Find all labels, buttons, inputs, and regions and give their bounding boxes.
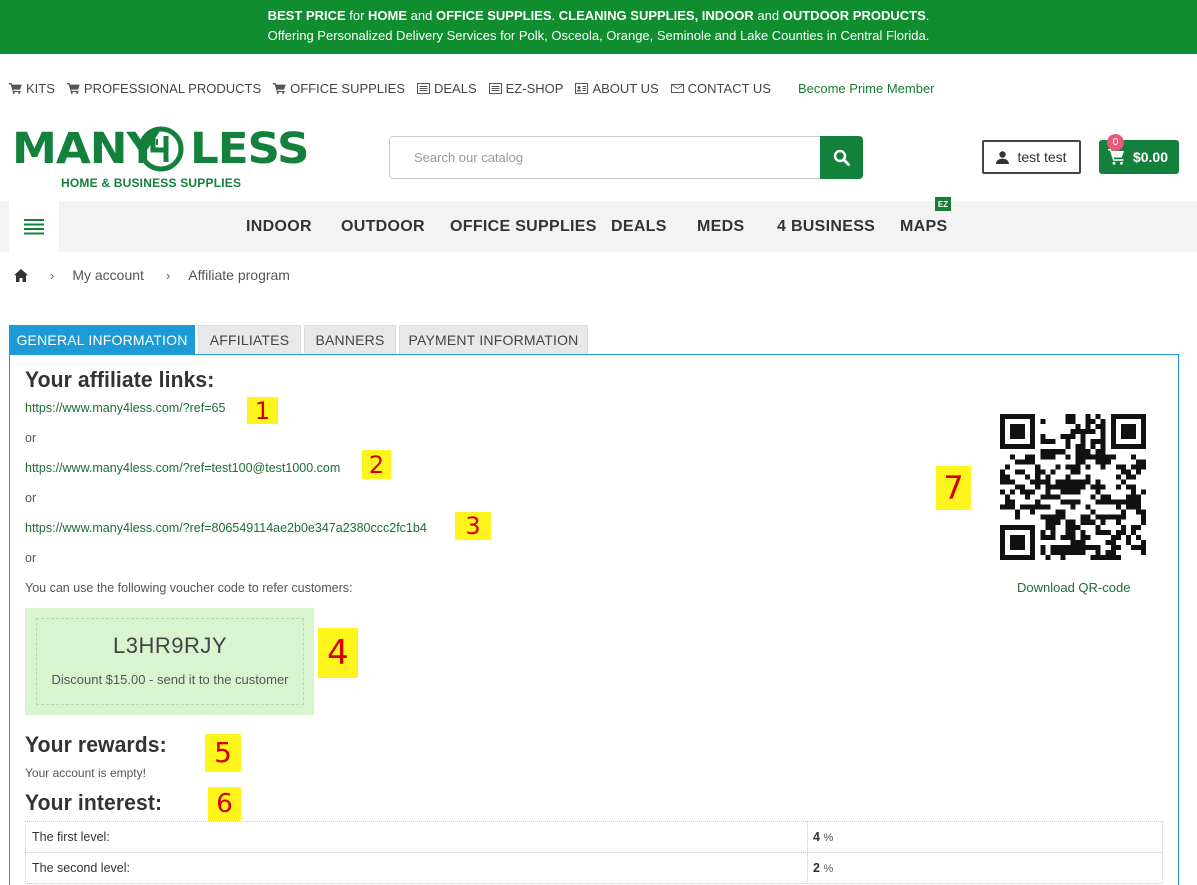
ez-badge: EZ (935, 197, 951, 211)
annotation-marker-6: 6 (208, 787, 241, 821)
user-name: test test (1017, 149, 1067, 165)
cart-total: $0.00 (1132, 149, 1168, 165)
user-account-button[interactable]: test test (982, 140, 1081, 174)
list-icon (488, 82, 502, 94)
table-row: The first level: 4 % (25, 821, 1163, 853)
interest-heading: Your interest: (25, 790, 163, 815)
user-icon (996, 150, 1010, 164)
download-qr-code-link[interactable]: Download QR-code (1017, 580, 1130, 595)
interest-level-label: The first level: (25, 821, 808, 853)
annotation-marker-4: 4 (318, 628, 358, 678)
main-nav: INDOOR OUTDOOR OFFICE SUPPLIES DEALS MED… (0, 201, 1197, 252)
interest-level-label: The second level: (25, 852, 808, 884)
nav-indoor[interactable]: INDOOR (246, 218, 312, 236)
table-row: The second level: 2 % (25, 852, 1163, 884)
interest-table: The first level: 4 % The second level: 2… (25, 821, 1163, 884)
nav-meds[interactable]: MEDS (697, 218, 744, 236)
hamburger-menu-icon (24, 218, 44, 234)
voucher-inner: L3HR9RJY Discount $15.00 - send it to th… (36, 618, 304, 705)
sec-nav-kits[interactable]: KITS (9, 81, 55, 96)
annotation-marker-7: 7 (936, 466, 971, 510)
chevron-right-icon: › (165, 267, 171, 283)
affiliate-links-heading: Your affiliate links: (25, 367, 215, 392)
site-logo[interactable]: MANY LESS HOME & BUSINESS SUPPLIES (12, 124, 309, 192)
logo-fork-four-icon (138, 126, 184, 172)
or-separator: or (25, 491, 37, 505)
secondary-nav: KITS PROFESSIONAL PRODUCTS OFFICE SUPPLI… (9, 79, 947, 97)
rewards-heading: Your rewards: (25, 732, 167, 757)
affiliate-link-id[interactable]: https://www.many4less.com/?ref=65 (25, 401, 225, 415)
or-separator: or (25, 551, 37, 565)
search-button[interactable] (820, 136, 863, 179)
sec-nav-about-us[interactable]: ABOUT US (575, 81, 659, 96)
logo-word-many: MANY (12, 124, 159, 174)
sec-nav-contact-us[interactable]: CONTACT US (670, 81, 771, 96)
sec-nav-ez-shop[interactable]: EZ-SHOP (488, 81, 563, 96)
interest-level-value: 4 % (807, 821, 1163, 853)
voucher-intro-text: You can use the following voucher code t… (25, 581, 353, 595)
nav-maps[interactable]: MAPS (900, 218, 947, 236)
logo-word-less: LESS (190, 124, 309, 174)
voucher-box: L3HR9RJY Discount $15.00 - send it to th… (25, 608, 314, 715)
or-separator: or (25, 431, 37, 445)
breadcrumb: › My account › Affiliate program (14, 266, 290, 284)
breadcrumb-my-account[interactable]: My account (72, 267, 144, 283)
affiliate-link-email[interactable]: https://www.many4less.com/?ref=test100@t… (25, 461, 340, 475)
shopping-cart-icon (1108, 149, 1124, 165)
cart-icon (66, 82, 80, 94)
qr-code-image (1000, 414, 1146, 560)
annotation-marker-2: 2 (362, 450, 391, 479)
tab-payment-information[interactable]: PAYMENT INFORMATION (399, 325, 588, 354)
cart-icon (273, 82, 286, 94)
sec-nav-deals[interactable]: DEALS (417, 81, 477, 96)
cart-icon (9, 82, 22, 94)
nav-office-supplies[interactable]: OFFICE SUPPLIES (450, 218, 597, 236)
annotation-marker-5: 5 (205, 734, 241, 772)
search-input[interactable] (390, 137, 821, 178)
nav-outdoor[interactable]: OUTDOOR (341, 218, 425, 236)
voucher-description: Discount $15.00 - send it to the custome… (51, 672, 289, 687)
search-box (389, 136, 821, 179)
menu-toggle-button[interactable] (9, 201, 59, 252)
top-promo-banner: BEST PRICE for HOME and OFFICE SUPPLIES.… (0, 0, 1197, 54)
breadcrumb-affiliate-program: Affiliate program (188, 267, 290, 283)
id-card-icon (575, 82, 589, 94)
become-prime-member-link[interactable]: Become Prime Member (798, 81, 935, 96)
rewards-empty-text: Your account is empty! (25, 766, 146, 780)
sec-nav-office-supplies[interactable]: OFFICE SUPPLIES (273, 81, 405, 96)
chevron-right-icon: › (50, 267, 55, 283)
annotation-marker-3: 3 (455, 512, 491, 540)
sec-nav-professional-products[interactable]: PROFESSIONAL PRODUCTS (66, 81, 261, 96)
annotation-marker-1: 1 (247, 397, 278, 424)
affiliate-link-hash[interactable]: https://www.many4less.com/?ref=806549114… (25, 521, 427, 535)
nav-4-business[interactable]: 4 BUSINESS (777, 218, 875, 236)
search-icon (833, 149, 850, 166)
tab-affiliates[interactable]: AFFILIATES (198, 325, 301, 354)
nav-deals[interactable]: DEALS (611, 218, 667, 236)
cart-count-badge: 0 (1107, 134, 1124, 151)
envelope-icon (670, 83, 684, 93)
tab-banners[interactable]: BANNERS (304, 325, 396, 354)
interest-level-value: 2 % (807, 852, 1163, 884)
list-icon (417, 82, 430, 94)
logo-tagline: HOME & BUSINESS SUPPLIES (61, 176, 242, 190)
home-icon[interactable] (14, 268, 28, 282)
banner-line-2: Offering Personalized Delivery Services … (267, 28, 930, 43)
voucher-code: L3HR9RJY (112, 633, 228, 658)
banner-line-1: BEST PRICE for HOME and OFFICE SUPPLIES.… (267, 8, 930, 23)
tab-general-information[interactable]: GENERAL INFORMATION (9, 325, 195, 354)
